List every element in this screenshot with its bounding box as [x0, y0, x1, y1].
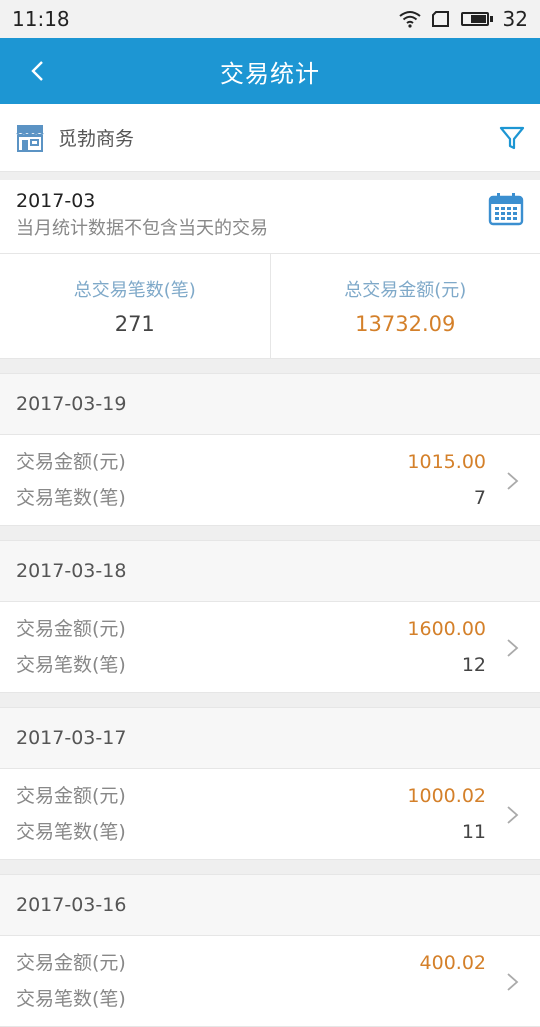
day-amount: 1000.02 [407, 778, 486, 814]
day-detail-row[interactable]: 交易金额(元) 400.02 交易笔数(笔) [0, 936, 540, 1026]
total-count-value: 271 [115, 312, 155, 336]
month-header: 2017-03 当月统计数据不包含当天的交易 [0, 180, 540, 254]
month-label: 2017-03 [16, 188, 524, 214]
day-amount: 400.02 [420, 945, 486, 981]
sim-icon [431, 10, 451, 28]
status-bar: 11:18 32 [0, 0, 540, 38]
status-icons: 32 [399, 7, 528, 31]
count-label: 交易笔数(笔) [16, 981, 126, 1017]
day-card: 2017-03-16 交易金额(元) 400.02 交易笔数(笔) [0, 874, 540, 1027]
totals-row: 总交易笔数(笔) 271 总交易金额(元) 13732.09 [0, 254, 540, 359]
merchant-name: 觅勃商务 [58, 124, 498, 151]
battery-icon [461, 12, 493, 26]
page-title: 交易统计 [220, 54, 320, 89]
count-label: 交易笔数(笔) [16, 480, 126, 516]
filter-icon[interactable] [498, 124, 526, 152]
day-detail-row[interactable]: 交易金额(元) 1000.02 交易笔数(笔) 11 [0, 769, 540, 859]
day-date: 2017-03-19 [0, 374, 540, 435]
total-count-label: 总交易笔数(笔) [74, 276, 196, 302]
merchant-bar: 觅勃商务 [0, 104, 540, 172]
chevron-right-icon [506, 972, 520, 992]
chevron-left-icon [30, 60, 44, 82]
day-card: 2017-03-19 交易金额(元) 1015.00 交易笔数(笔) 7 [0, 373, 540, 526]
month-summary: 2017-03 当月统计数据不包含当天的交易 总交易笔数(笔) 271 总交易金… [0, 180, 540, 359]
count-label: 交易笔数(笔) [16, 647, 126, 683]
day-detail-row[interactable]: 交易金额(元) 1015.00 交易笔数(笔) 7 [0, 435, 540, 525]
day-card: 2017-03-17 交易金额(元) 1000.02 交易笔数(笔) 11 [0, 707, 540, 860]
chevron-right-icon [506, 471, 520, 491]
month-note: 当月统计数据不包含当天的交易 [16, 214, 524, 244]
total-amount-value: 13732.09 [355, 312, 455, 336]
day-count: 11 [462, 814, 486, 850]
day-date: 2017-03-16 [0, 875, 540, 936]
app-bar: 交易统计 [0, 38, 540, 104]
day-date: 2017-03-17 [0, 708, 540, 769]
count-label: 交易笔数(笔) [16, 814, 126, 850]
day-detail-row[interactable]: 交易金额(元) 1600.00 交易笔数(笔) 12 [0, 602, 540, 692]
amount-label: 交易金额(元) [16, 444, 126, 480]
amount-label: 交易金额(元) [16, 945, 126, 981]
wifi-icon [399, 10, 421, 28]
day-card: 2017-03-18 交易金额(元) 1600.00 交易笔数(笔) 12 [0, 540, 540, 693]
calendar-icon[interactable] [488, 192, 524, 226]
back-button[interactable] [22, 56, 52, 86]
day-count: 12 [462, 647, 486, 683]
chevron-right-icon [506, 805, 520, 825]
store-icon [14, 122, 46, 154]
total-count: 总交易笔数(笔) 271 [0, 254, 270, 358]
day-amount: 1015.00 [407, 444, 486, 480]
day-amount: 1600.00 [407, 611, 486, 647]
battery-level: 32 [503, 7, 528, 31]
total-amount: 总交易金额(元) 13732.09 [270, 254, 540, 358]
chevron-right-icon [506, 638, 520, 658]
day-count: 7 [474, 480, 486, 516]
total-amount-label: 总交易金额(元) [344, 276, 466, 302]
amount-label: 交易金额(元) [16, 778, 126, 814]
status-time: 11:18 [12, 7, 70, 31]
amount-label: 交易金额(元) [16, 611, 126, 647]
day-date: 2017-03-18 [0, 541, 540, 602]
